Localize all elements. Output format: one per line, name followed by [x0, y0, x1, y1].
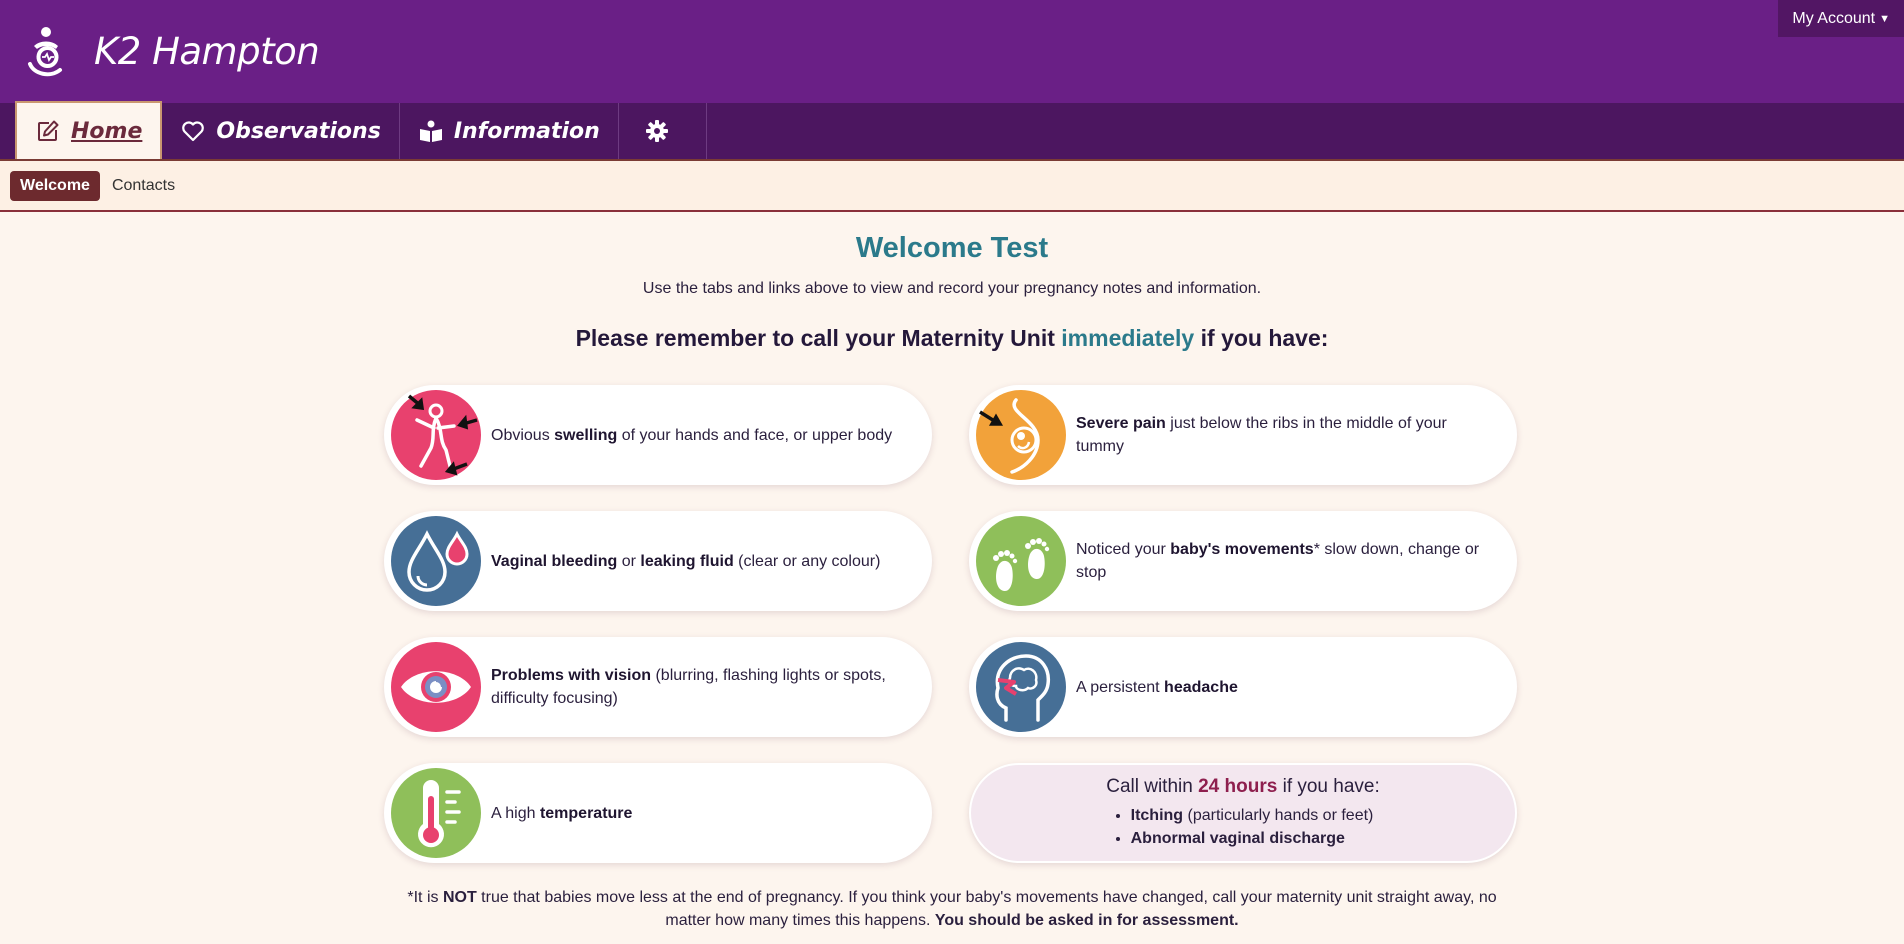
symptom-card-severe-pain: Severe pain just below the ribs in the m…	[969, 385, 1517, 485]
remember-highlight: immediately	[1061, 325, 1195, 351]
eye-icon	[391, 642, 481, 732]
drops-icon	[391, 516, 481, 606]
baby-feet-icon	[976, 516, 1066, 606]
hours-pre: Call within	[1106, 776, 1199, 797]
symptom-bold: swelling	[554, 426, 618, 444]
symptom-post: (clear or any colour)	[733, 552, 881, 570]
symptom-text-swelling: Obvious swelling of your hands and face,…	[491, 424, 918, 447]
symptom-pre: A persistent	[1076, 678, 1165, 696]
symptom-bold: Severe pain	[1076, 415, 1166, 432]
symptom-text-temperature: A high temperature	[491, 802, 658, 825]
app-title: K2 Hampton	[94, 29, 320, 73]
symptom-text-headache: A persistent headache	[1076, 676, 1264, 699]
mother-baby-heart-logo	[28, 27, 62, 77]
hours-title: Call within 24 hours if you have:	[1106, 776, 1380, 798]
symptom-bold: Problems with vision	[491, 667, 652, 684]
symptom-bold: Vaginal bleeding	[491, 552, 618, 570]
heart-outline-icon	[182, 121, 205, 142]
tab-home[interactable]: Home	[15, 101, 163, 159]
subnav-welcome[interactable]: Welcome	[10, 170, 100, 201]
headache-icon	[976, 642, 1066, 732]
symptom-pre: A high	[491, 804, 540, 822]
symptom-text-baby-movements: Noticed your baby's movements* slow down…	[1076, 538, 1517, 584]
symptom-mid: or	[617, 552, 641, 570]
hours-highlight: 24 hours	[1198, 776, 1278, 797]
call-within-24-hours-card: Call within 24 hours if you have: Itchin…	[969, 763, 1517, 863]
hours-item-bold: Abnormal vaginal discharge	[1130, 830, 1345, 847]
reading-person-icon	[419, 120, 442, 142]
edit-icon	[38, 120, 59, 141]
symptom-pre: Obvious	[491, 426, 555, 444]
hours-item-bold: Itching	[1130, 807, 1184, 824]
my-account-dropdown[interactable]: My Account ▼	[1778, 0, 1904, 37]
tab-information-label: Information	[453, 118, 600, 144]
tab-settings[interactable]	[619, 103, 707, 159]
tummy-pain-icon	[976, 390, 1066, 480]
sub-nav: Welcome Contacts	[0, 161, 1904, 212]
remember-pre: Please remember to call your Maternity U…	[575, 325, 1062, 351]
brand[interactable]: K2 Hampton	[26, 24, 320, 78]
symptom-card-bleeding: Vaginal bleeding or leaking fluid (clear…	[384, 511, 932, 611]
symptom-text-severe-pain: Severe pain just below the ribs in the m…	[1076, 412, 1517, 458]
tab-observations-label: Observations	[216, 118, 381, 144]
symptom-bold: headache	[1164, 678, 1238, 696]
hours-post: if you have:	[1277, 776, 1380, 797]
page-title: Welcome Test	[855, 232, 1049, 264]
symptom-card-headache: A persistent headache	[969, 637, 1517, 737]
symptom-bold: baby's movements	[1170, 541, 1314, 558]
symptom-pre: Noticed your	[1076, 541, 1171, 558]
symptom-card-temperature: A high temperature	[384, 763, 932, 863]
hours-item-rest: (particularly hands or feet)	[1183, 807, 1374, 824]
list-item: Abnormal vaginal discharge	[1131, 827, 1374, 850]
footnote-bold: NOT	[442, 889, 477, 906]
gear-icon	[645, 120, 668, 142]
symptom-post: of your hands and face, or upper body	[617, 426, 893, 444]
swelling-icon	[391, 390, 481, 480]
symptom-text-bleeding: Vaginal bleeding or leaking fluid (clear…	[491, 550, 906, 573]
footnote: *It is NOT true that babies move less at…	[400, 886, 1504, 932]
tab-home-label: Home	[71, 118, 143, 144]
symptom-text-vision: Problems with vision (blurring, flashing…	[491, 664, 932, 710]
tab-information[interactable]: Information	[400, 103, 619, 159]
symptom-card-swelling: Obvious swelling of your hands and face,…	[384, 385, 932, 485]
footnote-part: *It is	[407, 889, 443, 906]
footnote-bold: You should be asked in for assessment.	[934, 912, 1239, 929]
caret-down-icon: ▼	[1879, 13, 1890, 25]
symptom-bold2: leaking fluid	[640, 552, 734, 570]
my-account-label: My Account	[1792, 10, 1876, 27]
symptom-card-baby-movements: Noticed your baby's movements* slow down…	[969, 511, 1517, 611]
remember-heading: Please remember to call your Maternity U…	[0, 325, 1904, 352]
tab-observations[interactable]: Observations	[162, 103, 400, 159]
list-item: Itching (particularly hands or feet)	[1131, 804, 1374, 827]
thermometer-icon	[391, 768, 481, 858]
main-nav: Home Observations Information	[0, 101, 1904, 161]
symptom-bold: temperature	[539, 804, 633, 822]
hours-list: Itching (particularly hands or feet) Abn…	[1113, 804, 1374, 850]
app-header: K2 Hampton My Account ▼	[0, 0, 1904, 103]
subnav-contacts[interactable]: Contacts	[112, 177, 175, 195]
symptom-card-vision: Problems with vision (blurring, flashing…	[384, 637, 932, 737]
intro-text: Use the tabs and links above to view and…	[642, 280, 1262, 297]
remember-post: if you have:	[1194, 325, 1329, 351]
